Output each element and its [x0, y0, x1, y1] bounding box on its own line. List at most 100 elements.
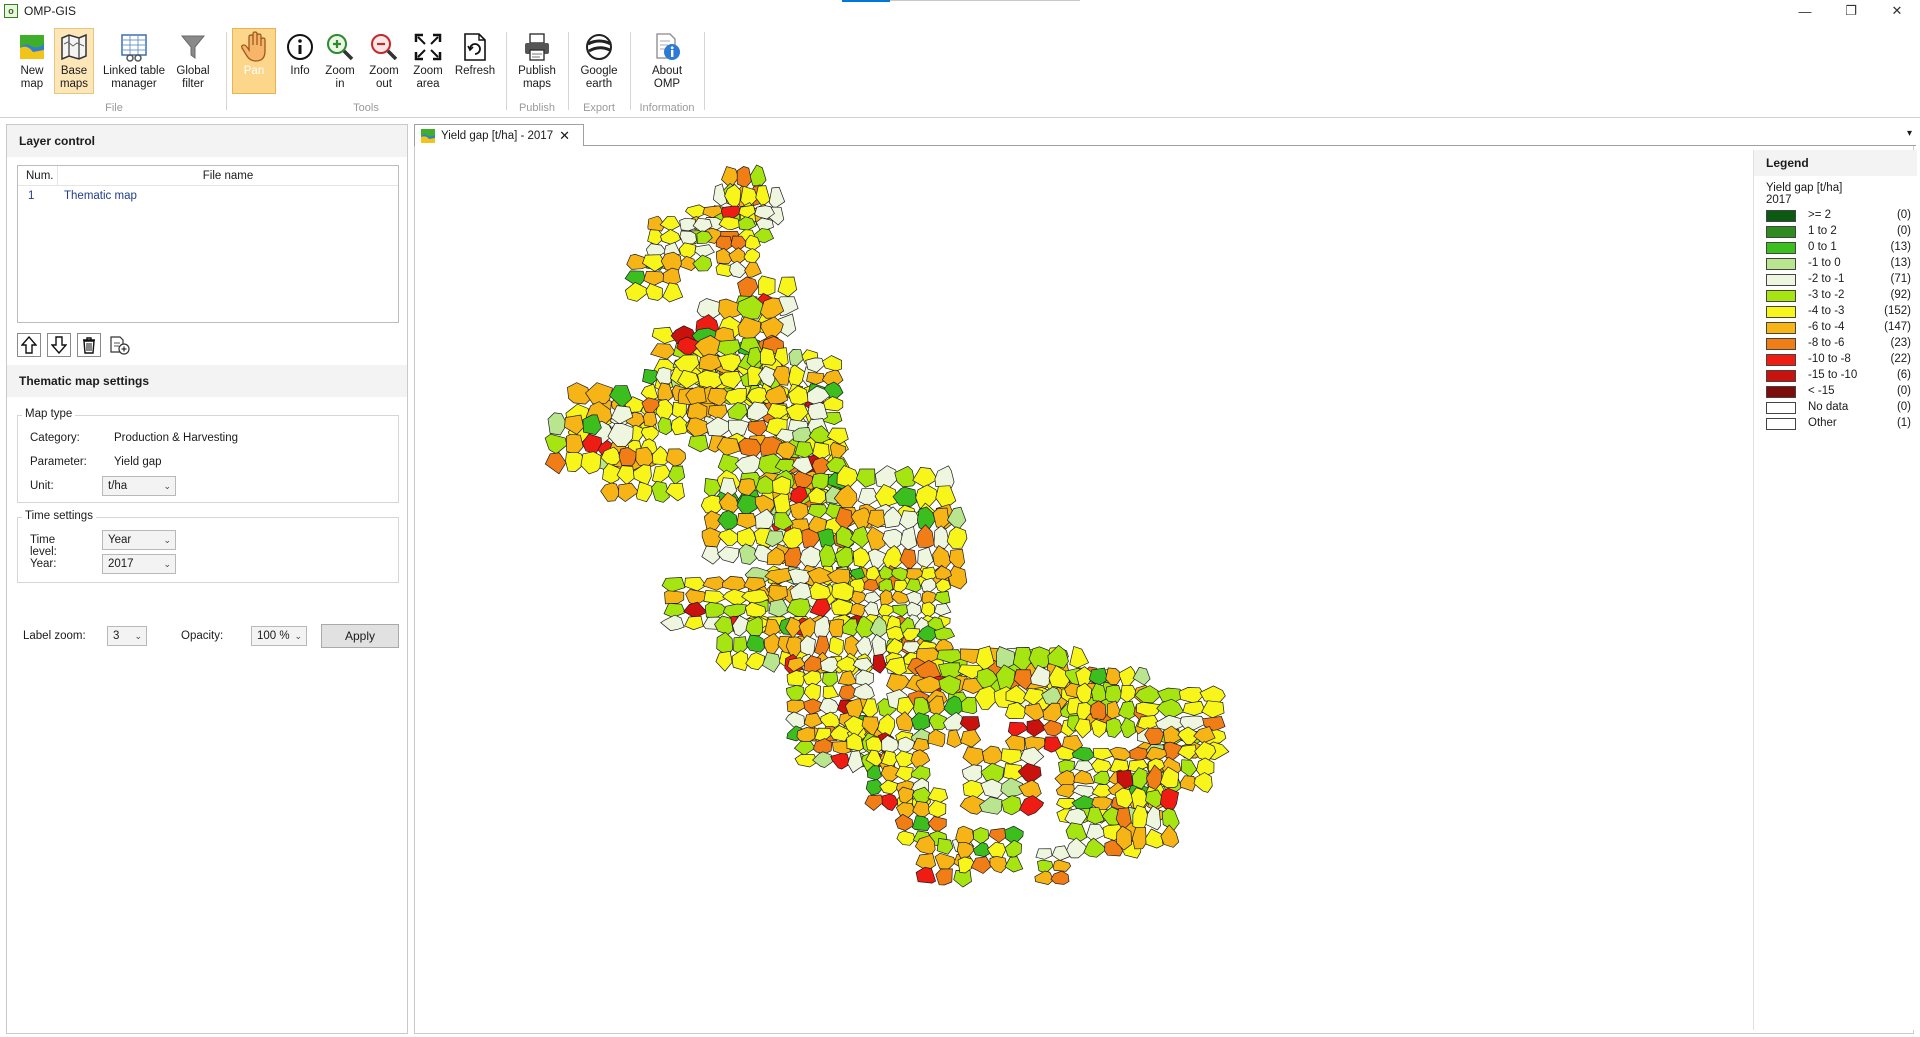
map-parcel[interactable] — [812, 751, 835, 768]
map-parcel[interactable] — [729, 260, 747, 279]
global-filter-button[interactable]: Global filter — [172, 28, 214, 94]
map-parcel[interactable] — [717, 546, 740, 564]
map-parcel[interactable] — [1000, 748, 1024, 765]
map-parcel[interactable] — [1199, 685, 1226, 704]
map-parcel[interactable] — [894, 813, 914, 831]
move-layer-down-button[interactable] — [47, 333, 71, 357]
map-parcel[interactable] — [688, 434, 709, 453]
map-parcel[interactable] — [738, 543, 757, 565]
map-parcel[interactable] — [661, 577, 686, 593]
map-parcel[interactable] — [566, 433, 584, 456]
map-parcel[interactable] — [1073, 760, 1096, 773]
map-parcel[interactable] — [679, 230, 697, 245]
map-parcel[interactable] — [933, 525, 950, 549]
map-parcel[interactable] — [881, 528, 904, 550]
map-parcel[interactable] — [1019, 795, 1045, 816]
map-parcel[interactable] — [645, 283, 663, 301]
map-parcel[interactable] — [764, 632, 780, 656]
map-parcel[interactable] — [789, 501, 809, 522]
map-parcel[interactable] — [715, 650, 733, 672]
map-parcel[interactable] — [758, 275, 776, 296]
map-parcel[interactable] — [880, 765, 899, 782]
map-parcel[interactable] — [762, 651, 781, 673]
map-parcel[interactable] — [933, 627, 956, 641]
map-parcel[interactable] — [1120, 717, 1137, 739]
map-parcel[interactable] — [906, 591, 922, 605]
map-parcel[interactable] — [786, 684, 805, 702]
map-parcel[interactable] — [927, 787, 949, 804]
map-parcel[interactable] — [547, 412, 568, 436]
map-parcel[interactable] — [871, 633, 887, 657]
map-parcel[interactable] — [896, 830, 916, 846]
map-parcel[interactable] — [927, 799, 947, 818]
map-parcel[interactable] — [828, 618, 845, 638]
map-parcel[interactable] — [749, 164, 767, 187]
map-parcel[interactable] — [921, 601, 936, 618]
map-parcel[interactable] — [640, 425, 659, 441]
map-parcel[interactable] — [807, 402, 828, 422]
map-parcel[interactable] — [746, 634, 765, 653]
map-parcel[interactable] — [1042, 720, 1065, 737]
close-window-button[interactable]: ✕ — [1874, 0, 1920, 22]
map-parcel[interactable] — [929, 712, 947, 731]
map-parcel[interactable] — [917, 546, 934, 570]
map-parcel[interactable] — [920, 577, 937, 593]
map-parcel[interactable] — [852, 682, 875, 700]
map-parcel[interactable] — [855, 468, 876, 488]
zoom-in-button[interactable]: Zoom in — [322, 28, 358, 94]
map-parcel[interactable] — [1156, 698, 1184, 718]
apply-button[interactable]: Apply — [321, 624, 399, 648]
map-parcel[interactable] — [934, 465, 955, 489]
map-parcel[interactable] — [722, 603, 747, 618]
map-parcel[interactable] — [1055, 783, 1075, 798]
base-maps-button[interactable]: Base maps — [54, 28, 94, 94]
map-parcel[interactable] — [822, 355, 843, 372]
map-parcel[interactable] — [793, 740, 816, 756]
map-parcel[interactable] — [864, 794, 884, 811]
zoom-out-button[interactable]: Zoom out — [366, 28, 402, 94]
map-parcel[interactable] — [664, 590, 685, 605]
map-parcel[interactable] — [936, 838, 954, 855]
map-parcel[interactable] — [585, 382, 613, 405]
map-parcel[interactable] — [700, 494, 722, 514]
map-parcel[interactable] — [927, 728, 946, 748]
map-parcel[interactable] — [1145, 828, 1164, 849]
map-parcel[interactable] — [722, 575, 748, 592]
map-parcel[interactable] — [734, 454, 761, 475]
map-parcel[interactable] — [881, 793, 899, 812]
map-parcel[interactable] — [927, 816, 947, 833]
tab-yield-gap-map[interactable]: Yield gap [t/ha] - 2017 ✕ — [414, 124, 584, 146]
map-parcel[interactable] — [789, 582, 813, 601]
map-parcel[interactable] — [754, 508, 775, 529]
map-parcel[interactable] — [684, 615, 704, 631]
map-parcel[interactable] — [830, 752, 851, 770]
map-parcel[interactable] — [1104, 685, 1123, 703]
add-layer-button[interactable] — [107, 333, 131, 357]
map-parcel[interactable] — [1193, 772, 1213, 793]
close-tab-icon[interactable]: ✕ — [559, 128, 570, 144]
map-parcel[interactable] — [818, 697, 840, 714]
map-parcel[interactable] — [1160, 824, 1180, 848]
map-parcel[interactable] — [1004, 839, 1022, 858]
map-parcel[interactable] — [660, 614, 685, 632]
map-parcel[interactable] — [934, 852, 957, 870]
unit-select[interactable]: t/ha ⌄ — [102, 476, 176, 496]
new-map-button[interactable]: New map — [14, 28, 50, 94]
map-parcel[interactable] — [867, 548, 887, 569]
map-parcel[interactable] — [960, 729, 982, 748]
map-parcel[interactable] — [1145, 805, 1162, 831]
label-zoom-select[interactable]: 3 ⌄ — [107, 626, 147, 646]
map-parcel[interactable] — [683, 601, 708, 619]
map-parcel[interactable] — [915, 866, 937, 884]
map-parcel[interactable] — [955, 825, 975, 845]
pan-button[interactable]: Pan — [232, 28, 276, 94]
map-parcel[interactable] — [850, 602, 866, 618]
delete-layer-button[interactable] — [77, 333, 101, 357]
map-parcel[interactable] — [1106, 700, 1123, 720]
map-parcel[interactable] — [600, 482, 621, 502]
map-parcel[interactable] — [1180, 759, 1198, 778]
map-parcel[interactable] — [659, 228, 681, 245]
map-parcel[interactable] — [970, 856, 993, 874]
map-parcel[interactable] — [1007, 721, 1029, 738]
map-parcel[interactable] — [731, 650, 749, 672]
